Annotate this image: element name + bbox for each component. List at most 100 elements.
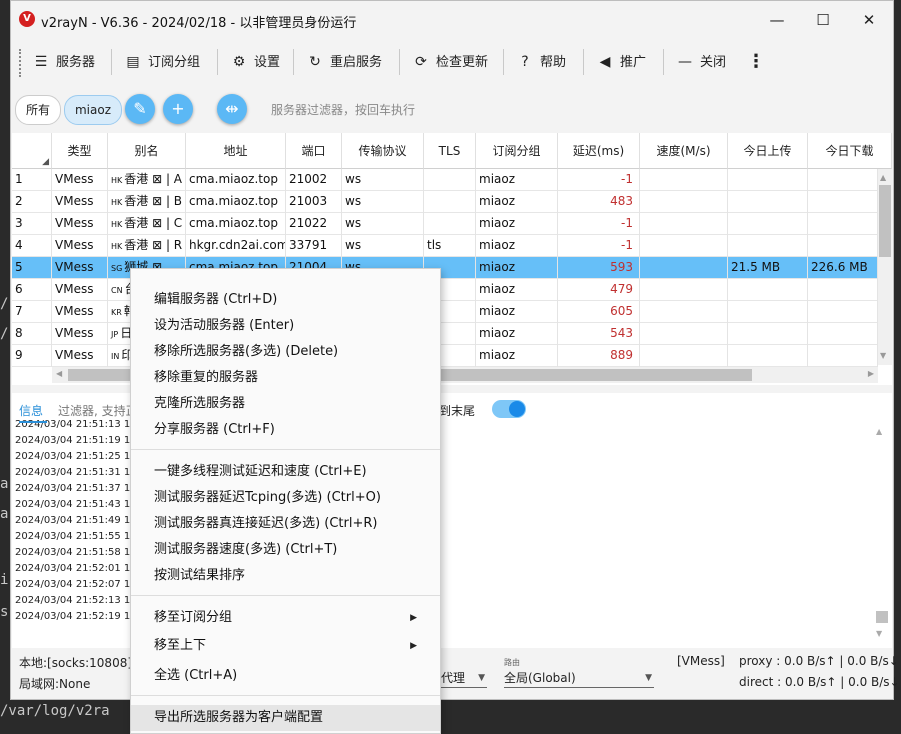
table-cell-num: 4 xyxy=(12,235,52,257)
menu-item-tcping-test[interactable]: 测试服务器延迟Tcping(多选) (Ctrl+O) xyxy=(131,485,440,511)
menu-item-multithread-test[interactable]: 一键多线程测试延迟和速度 (Ctrl+E) xyxy=(131,459,440,485)
table-cell-group: miaoz xyxy=(476,323,558,345)
menu-item-real-delay-test[interactable]: 测试服务器真连接延迟(多选) (Ctrl+R) xyxy=(131,511,440,537)
refresh-icon: ↻ xyxy=(309,54,321,70)
alias-text: 香港 ⊠ | B xyxy=(124,194,183,208)
flag-icon: SG xyxy=(111,264,123,273)
table-cell-tls: tls xyxy=(424,235,476,257)
scrollbar-thumb[interactable] xyxy=(879,185,891,257)
menu-item-share[interactable]: 分享服务器 (Ctrl+F) xyxy=(131,417,440,443)
log-line: 2024/03/04 21:52:01 12 xyxy=(15,563,137,574)
table-header[interactable]: 类型 xyxy=(52,133,108,169)
table-header[interactable]: 订阅分组 xyxy=(476,133,558,169)
menu-item-export-client-config[interactable]: 导出所选服务器为客户端配置 xyxy=(131,705,440,731)
menu-item-sort-by-result[interactable]: 按测试结果排序 xyxy=(131,563,440,589)
help-menu-button[interactable]: ? 帮助 xyxy=(517,43,566,81)
protocol-status: [VMess] xyxy=(677,654,725,668)
table-header[interactable]: 速度(M/s) xyxy=(640,133,728,169)
flag-icon: CN xyxy=(111,286,123,295)
toolbar-grip[interactable] xyxy=(19,49,24,77)
chip-group-miaoz[interactable]: miaoz xyxy=(64,95,122,125)
log-tab-info[interactable]: 信息 xyxy=(19,402,43,419)
log-line: 2024/03/04 21:52:19 12 xyxy=(15,611,137,622)
check-update-menu-button[interactable]: ⟳ 检查更新 xyxy=(413,43,488,81)
table-header[interactable]: 延迟(ms) xyxy=(558,133,640,169)
menu-item-speed-test[interactable]: 测试服务器速度(多选) (Ctrl+T) xyxy=(131,537,440,563)
menu-item-move-up-down[interactable]: 移至上下 ▶ xyxy=(131,633,440,659)
settings-menu-button[interactable]: ⚙ 设置 xyxy=(231,43,280,81)
restart-service-button[interactable]: ↻ 重启服务 xyxy=(307,43,382,81)
scroll-right-icon[interactable]: ▶ xyxy=(868,369,874,378)
chip-all[interactable]: 所有 xyxy=(15,95,61,125)
table-header[interactable]: 传输协议 xyxy=(342,133,424,169)
menu-item-remove-duplicates[interactable]: 移除重复的服务器 xyxy=(131,365,440,391)
promote-button[interactable]: ◀ 推广 xyxy=(597,43,646,81)
server-filter-input[interactable] xyxy=(269,95,573,125)
scroll-up-icon[interactable]: ▲ xyxy=(880,173,886,182)
subscription-menu-button[interactable]: ▤ 订阅分组 xyxy=(125,43,200,81)
menu-item-select-all[interactable]: 全选 (Ctrl+A) xyxy=(131,663,440,689)
scroll-down-icon[interactable]: ▼ xyxy=(880,351,886,360)
log-filter-input[interactable]: 过滤器, 支持正 xyxy=(58,402,138,419)
menu-item-clone[interactable]: 克隆所选服务器 xyxy=(131,391,440,417)
table-header[interactable]: TLS xyxy=(424,133,476,169)
table-cell-transport: ws xyxy=(342,191,424,213)
routing-select[interactable]: 全局(Global) ▼ xyxy=(504,669,654,688)
menu-item-set-active[interactable]: 设为活动服务器 (Enter) xyxy=(131,313,440,339)
autoscroll-toggle[interactable] xyxy=(492,400,526,418)
servers-menu-button[interactable]: ☰ 服务器 xyxy=(33,43,95,81)
table-row[interactable]: 4 VMess HK 香港 ⊠ | Rhkgr.cdn2ai.com 33791 ws tl… xyxy=(12,235,878,257)
table-cell-type: VMess xyxy=(52,301,108,323)
maximize-button[interactable]: ☐ xyxy=(800,5,846,35)
toolbar-divider xyxy=(217,49,218,75)
edit-group-button[interactable]: ✎ xyxy=(125,94,155,124)
table-cell-group: miaoz xyxy=(476,257,558,279)
table-header[interactable]: 今日上传 xyxy=(728,133,808,169)
proxy-mode-select[interactable]: 代理 ▼ xyxy=(441,669,487,688)
table-cell-down xyxy=(808,323,878,345)
routing-label: 路由 xyxy=(504,658,520,667)
chevron-right-icon: ▶ xyxy=(410,613,417,623)
menu-item-label: 移至订阅分组 xyxy=(154,610,233,625)
table-cell-up: 21.5 MB xyxy=(728,257,808,279)
close-window-button[interactable]: ✕ xyxy=(846,5,892,35)
scroll-up-icon[interactable]: ▲ xyxy=(876,427,882,436)
table-header[interactable]: 端口 xyxy=(286,133,342,169)
table-cell-down xyxy=(808,213,878,235)
table-cell-up xyxy=(728,213,808,235)
table-cell-type: VMess xyxy=(52,235,108,257)
table-row[interactable]: 3 VMess HK 香港 ⊠ | Ccma.miaoz.top 21022 ws miao… xyxy=(12,213,878,235)
more-options-icon[interactable]: ⋮ xyxy=(747,43,765,81)
add-group-button[interactable]: + xyxy=(163,94,193,124)
toolbar-divider xyxy=(503,49,504,75)
move-group-button[interactable]: ⇹ xyxy=(217,94,247,124)
minimize-button[interactable]: — xyxy=(754,5,800,35)
table-header-corner[interactable]: ◢ xyxy=(12,133,52,169)
menu-item-edit-server[interactable]: 编辑服务器 (Ctrl+D) xyxy=(131,287,440,313)
scroll-down-icon[interactable]: ▼ xyxy=(876,629,882,638)
table-vertical-scrollbar[interactable]: ▲ ▼ xyxy=(878,169,892,365)
table-header[interactable]: 今日下载 xyxy=(808,133,892,169)
table-cell-port: 21002 xyxy=(286,169,342,191)
table-row[interactable]: 2 VMess HK 香港 ⊠ | Bcma.miaoz.top 21003 ws miao… xyxy=(12,191,878,213)
scroll-left-icon[interactable]: ◀ xyxy=(56,369,62,378)
title-bar: V v2rayN - V6.36 - 2024/02/18 - 以非管理员身份运… xyxy=(11,1,893,39)
check-update-label: 检查更新 xyxy=(436,55,489,70)
table-cell-delay: 593 xyxy=(558,257,640,279)
close-app-button[interactable]: — 关闭 xyxy=(677,43,726,81)
table-row[interactable]: 1 VMess HK 香港 ⊠ | Acma.miaoz.top 21002 ws miao… xyxy=(12,169,878,191)
table-cell-speed xyxy=(640,257,728,279)
table-cell-num: 2 xyxy=(12,191,52,213)
table-cell-type: VMess xyxy=(52,345,108,367)
log-line: 2024/03/04 21:51:55 12 xyxy=(15,531,137,542)
log-line: 2024/03/04 21:52:13 12 xyxy=(15,595,137,606)
table-header[interactable]: 地址 xyxy=(186,133,286,169)
scrollbar-thumb[interactable] xyxy=(876,611,888,623)
menu-item-move-to-group[interactable]: 移至订阅分组 ▶ xyxy=(131,605,440,631)
table-cell-tls xyxy=(424,213,476,235)
table-header[interactable]: 别名 xyxy=(108,133,186,169)
table-cell-alias: HK 香港 ⊠ | B xyxy=(108,191,186,213)
table-cell-delay: 889 xyxy=(558,345,640,367)
menu-item-remove-selected[interactable]: 移除所选服务器(多选) (Delete) xyxy=(131,339,440,365)
restart-label: 重启服务 xyxy=(330,55,383,70)
